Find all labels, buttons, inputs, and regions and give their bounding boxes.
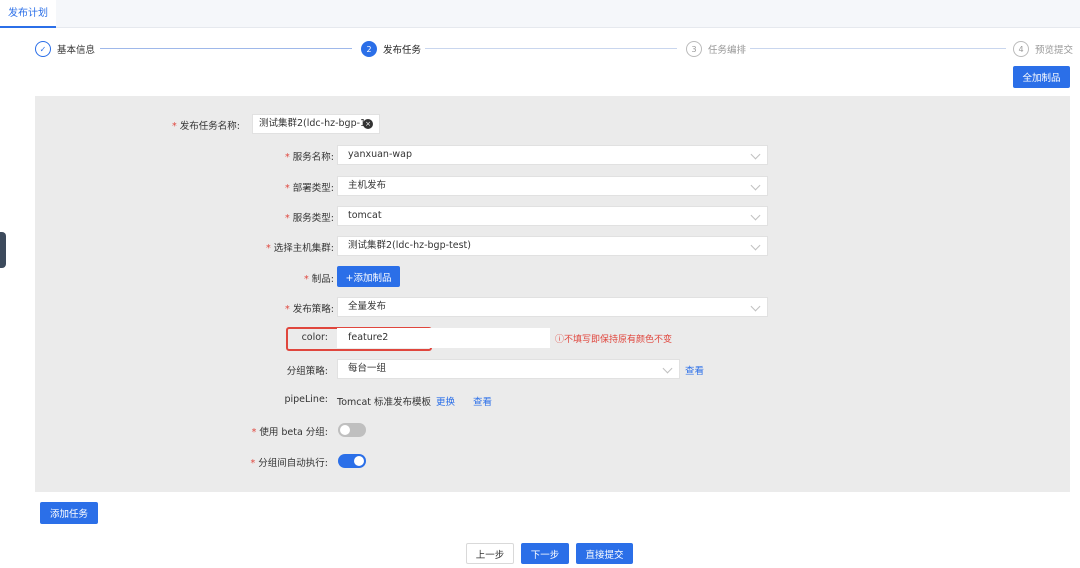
add-product-button[interactable]: +添加制品 xyxy=(337,266,400,287)
group-strategy-select[interactable]: 每台一组 xyxy=(337,359,680,379)
product-label: * 制品: xyxy=(304,274,334,285)
auto-exec-toggle[interactable] xyxy=(338,454,366,468)
service-type-label: * 服务类型: xyxy=(285,213,334,224)
step-connector xyxy=(425,48,677,49)
host-cluster-select[interactable]: 测试集群2(ldc-hz-bgp-test) xyxy=(337,236,768,256)
chevron-down-icon xyxy=(750,240,761,251)
step-label: 基本信息 xyxy=(57,45,96,56)
step-label: 预览提交 xyxy=(1035,45,1074,56)
add-all-products-button[interactable]: 全加制品 xyxy=(1013,66,1070,88)
auto-exec-label: * 分组间自动执行: xyxy=(250,458,328,469)
toggle-knob xyxy=(354,456,364,466)
color-label: color: xyxy=(301,332,328,343)
pipeline-label: pipeLine: xyxy=(284,394,328,405)
check-icon: ✓ xyxy=(35,41,51,57)
chevron-down-icon xyxy=(750,301,761,312)
toggle-knob xyxy=(340,425,350,435)
step-basic-info: ✓ 基本信息 xyxy=(35,38,95,60)
task-name-value: 测试集群2(ldc-hz-bgp-1 xyxy=(259,118,367,129)
color-hint: ⓘ不填写即保持原有颜色不变 xyxy=(555,335,673,345)
chevron-down-icon xyxy=(750,210,761,221)
pipeline-view-link[interactable]: 查看 xyxy=(473,394,492,408)
add-task-button[interactable]: 添加任务 xyxy=(40,502,98,524)
chevron-down-icon xyxy=(750,149,761,160)
color-input[interactable]: feature2 xyxy=(337,328,550,348)
step-number: 3 xyxy=(686,41,702,57)
direct-submit-button[interactable]: 直接提交 xyxy=(576,543,633,564)
task-name-label: * 发布任务名称: xyxy=(172,121,240,132)
chevron-down-icon xyxy=(750,180,761,191)
step-number: 4 xyxy=(1013,41,1029,57)
deploy-type-select[interactable]: 主机发布 xyxy=(337,176,768,196)
side-handle[interactable] xyxy=(0,232,6,268)
service-name-select[interactable]: yanxuan-wap xyxy=(337,145,768,165)
step-label: 任务编排 xyxy=(708,45,747,56)
service-type-select[interactable]: tomcat xyxy=(337,206,768,226)
step-number: 2 xyxy=(361,41,377,57)
chevron-down-icon xyxy=(662,363,673,374)
close-icon[interactable]: × xyxy=(363,119,373,129)
pipeline-change-link[interactable]: 更换 xyxy=(436,394,455,408)
step-release-task: 2 发布任务 xyxy=(361,38,421,60)
strategy-label: * 发布策略: xyxy=(285,304,334,315)
prev-step-button[interactable]: 上一步 xyxy=(466,543,514,564)
beta-group-toggle[interactable] xyxy=(338,423,366,437)
host-cluster-label: * 选择主机集群: xyxy=(266,243,334,254)
step-connector xyxy=(100,48,352,49)
step-connector xyxy=(750,48,1006,49)
top-bar: 发布计划 xyxy=(0,0,1080,28)
service-name-label: * 服务名称: xyxy=(285,152,334,163)
beta-group-label: * 使用 beta 分组: xyxy=(251,427,328,438)
pipeline-value: Tomcat 标准发布模板 xyxy=(337,397,432,408)
next-step-button[interactable]: 下一步 xyxy=(521,543,569,564)
tab-release-plan[interactable]: 发布计划 xyxy=(0,0,56,28)
deploy-type-label: * 部署类型: xyxy=(285,183,334,194)
step-task-orchestration: 3 任务编排 xyxy=(686,38,746,60)
task-name-tag[interactable]: 测试集群2(ldc-hz-bgp-1 × xyxy=(252,114,380,134)
group-strategy-label: 分组策略: xyxy=(286,366,328,377)
strategy-select[interactable]: 全量发布 xyxy=(337,297,768,317)
step-preview-submit: 4 预览提交 xyxy=(1013,38,1073,60)
step-label: 发布任务 xyxy=(383,45,422,56)
group-strategy-view-link[interactable]: 查看 xyxy=(685,363,704,377)
